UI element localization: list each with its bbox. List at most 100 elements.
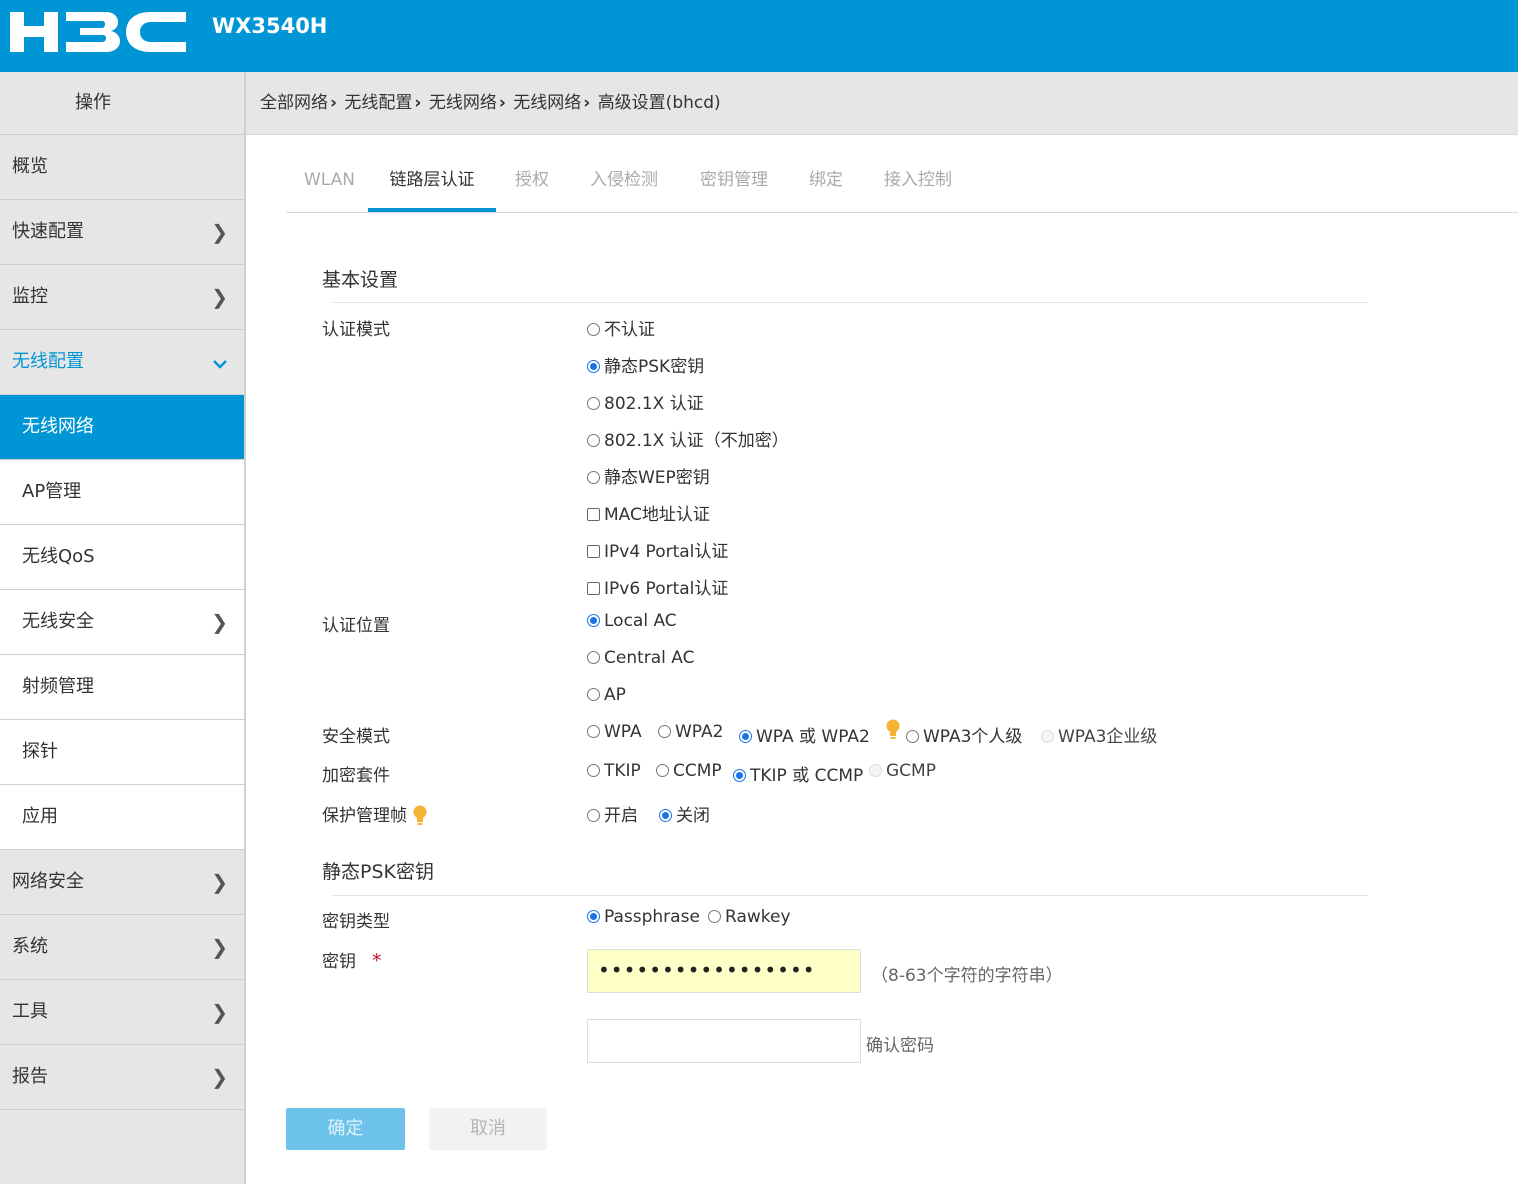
sidebar-item-probe[interactable]: 探针	[0, 720, 244, 785]
chevron-right-icon: ❯	[211, 610, 228, 634]
key-hint: （8-63个字符的字符串）	[871, 966, 1063, 986]
checkbox-icon	[587, 582, 600, 595]
sidebar-item-network-security[interactable]: 网络安全 ❯	[0, 850, 244, 915]
security-mode-wpa-radio[interactable]: WPA	[587, 722, 642, 742]
cancel-button[interactable]: 取消	[429, 1108, 547, 1150]
tab-access-control[interactable]: 接入控制	[880, 150, 956, 210]
cipher-gcmp-radio[interactable]: GCMP	[869, 761, 936, 781]
option-label: 开启	[604, 806, 638, 826]
radio-icon	[587, 688, 600, 701]
option-label: Rawkey	[725, 907, 791, 927]
required-asterisk: *	[372, 950, 382, 972]
key-password-field[interactable]: •••••••••••••••••	[587, 949, 861, 993]
section-divider	[332, 302, 1368, 303]
sidebar-item-label: 系统	[12, 936, 48, 957]
chevron-right-icon: ❯	[211, 1065, 228, 1089]
section-divider	[332, 895, 1368, 896]
option-label: WPA 或 WPA2	[756, 727, 870, 747]
sidebar-item-monitor[interactable]: 监控 ❯	[0, 265, 244, 330]
cipher-ccmp-radio[interactable]: CCMP	[656, 761, 722, 781]
pmf-off-radio[interactable]: 关闭	[659, 801, 710, 826]
sidebar-item-label: 网络安全	[12, 871, 84, 892]
option-label: 关闭	[676, 806, 710, 826]
sidebar-item-overview[interactable]: 概览	[0, 135, 244, 200]
lightbulb-icon[interactable]	[885, 719, 901, 741]
security-mode-wpa3-enterprise-radio[interactable]: WPA3企业级	[1041, 722, 1157, 747]
radio-icon	[587, 471, 600, 484]
tab-wlan[interactable]: WLAN	[304, 150, 355, 210]
pmf-label-text: 保护管理帧	[322, 806, 407, 826]
key-type-passphrase-radio[interactable]: Passphrase	[587, 907, 700, 927]
security-mode-wpa-or-wpa2-radio[interactable]: WPA 或 WPA2	[739, 722, 870, 747]
sidebar-item-label: 无线配置	[12, 351, 84, 372]
auth-mode-label: 认证模式	[322, 320, 390, 340]
breadcrumb-current: 高级设置(bhcd)	[597, 93, 721, 113]
cipher-suite-label: 加密套件	[322, 766, 390, 786]
ipv6-portal-checkbox[interactable]: IPv6 Portal认证	[587, 574, 728, 599]
ipv4-portal-checkbox[interactable]: IPv4 Portal认证	[587, 537, 728, 562]
sidebar-item-wireless-security[interactable]: 无线安全 ❯	[0, 590, 244, 655]
option-label: 不认证	[604, 320, 655, 340]
sidebar-item-wireless-qos[interactable]: 无线QoS	[0, 525, 244, 590]
radio-selected-icon	[739, 730, 752, 743]
security-mode-wpa2-radio[interactable]: WPA2	[658, 722, 723, 742]
radio-selected-icon	[587, 614, 600, 627]
radio-selected-icon	[587, 910, 600, 923]
option-label: 802.1X 认证	[604, 394, 704, 414]
lightbulb-icon[interactable]	[412, 805, 428, 826]
radio-selected-icon	[587, 360, 600, 373]
chevron-right-icon: ❯	[211, 1000, 228, 1024]
tab-bar: WLAN 链路层认证 授权 入侵检测 密钥管理 绑定 接入控制	[286, 150, 1518, 213]
tab-binding[interactable]: 绑定	[806, 150, 846, 210]
pmf-on-radio[interactable]: 开启	[587, 801, 638, 826]
option-label: Central AC	[604, 648, 695, 668]
breadcrumb-item[interactable]: 无线配置	[344, 93, 412, 113]
cipher-tkip-radio[interactable]: TKIP	[587, 761, 641, 781]
section-title-basic: 基本设置	[322, 269, 399, 291]
key-type-rawkey-radio[interactable]: Rawkey	[708, 907, 791, 927]
tab-authorization[interactable]: 授权	[512, 150, 552, 210]
sidebar-item-quick-config[interactable]: 快速配置 ❯	[0, 200, 244, 265]
tab-intrusion-detection[interactable]: 入侵检测	[586, 150, 662, 210]
chevron-right-icon: ❯	[211, 220, 228, 244]
ok-button[interactable]: 确定	[286, 1108, 405, 1150]
auth-location-central-ac-radio[interactable]: Central AC	[587, 648, 695, 668]
sidebar-item-tools[interactable]: 工具 ❯	[0, 980, 244, 1045]
checkbox-icon	[587, 545, 600, 558]
sidebar-item-label: 应用	[22, 806, 58, 827]
device-model: WX3540H	[212, 14, 328, 38]
auth-location-ap-radio[interactable]: AP	[587, 685, 626, 705]
option-label: 静态PSK密钥	[604, 357, 705, 377]
sidebar-item-wireless-network[interactable]: 无线网络	[0, 395, 244, 460]
tab-link-layer-auth[interactable]: 链路层认证	[368, 150, 496, 212]
radio-icon	[587, 764, 600, 777]
breadcrumb-item[interactable]: 全部网络	[260, 93, 328, 113]
sidebar-item-reports[interactable]: 报告 ❯	[0, 1045, 244, 1110]
auth-mode-wep-radio[interactable]: 静态WEP密钥	[587, 463, 710, 488]
sidebar-item-application[interactable]: 应用	[0, 785, 244, 850]
auth-mode-8021x-radio[interactable]: 802.1X 认证	[587, 389, 704, 414]
radio-disabled-icon	[1041, 730, 1054, 743]
confirm-password-field[interactable]	[587, 1019, 861, 1063]
mac-auth-checkbox[interactable]: MAC地址认证	[587, 500, 710, 525]
confirm-password-label: 确认密码	[866, 1036, 934, 1056]
cipher-tkip-or-ccmp-radio[interactable]: TKIP 或 CCMP	[733, 761, 863, 786]
radio-selected-icon	[733, 769, 746, 782]
option-label: GCMP	[886, 761, 936, 781]
sidebar-item-ap-management[interactable]: AP管理	[0, 460, 244, 525]
auth-mode-psk-radio[interactable]: 静态PSK密钥	[587, 352, 704, 377]
tab-key-management[interactable]: 密钥管理	[696, 150, 772, 210]
radio-icon	[658, 725, 671, 738]
breadcrumb-item[interactable]: 无线网络	[513, 93, 581, 113]
sidebar-item-system[interactable]: 系统 ❯	[0, 915, 244, 980]
chevron-down-icon	[212, 330, 228, 394]
radio-icon	[656, 764, 669, 777]
auth-mode-none-radio[interactable]: 不认证	[587, 315, 655, 340]
auth-mode-8021x-noenc-radio[interactable]: 802.1X 认证（不加密）	[587, 426, 789, 451]
sidebar-item-wireless-config[interactable]: 无线配置	[0, 330, 244, 395]
breadcrumb-item[interactable]: 无线网络	[429, 93, 497, 113]
sidebar-item-radio-management[interactable]: 射频管理	[0, 655, 244, 720]
auth-location-local-ac-radio[interactable]: Local AC	[587, 611, 677, 631]
sidebar-item-label: 无线网络	[22, 416, 94, 437]
security-mode-wpa3-personal-radio[interactable]: WPA3个人级	[906, 722, 1022, 747]
